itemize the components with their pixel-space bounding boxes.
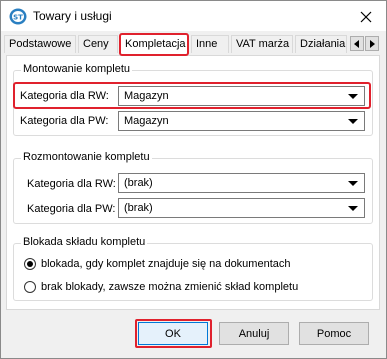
tab-inne[interactable]: Inne xyxy=(191,35,229,53)
rozmontowanie-rw-label: Kategoria dla RW: xyxy=(27,178,116,190)
window-title: Towary i usługi xyxy=(33,9,112,23)
group-montowanie: Montowanie kompletu Kategoria dla RW: Ma… xyxy=(13,63,373,136)
close-button[interactable] xyxy=(356,8,376,26)
group-blokada: Blokada składu kompletu blokada, gdy kom… xyxy=(13,236,373,301)
app-logo-icon: ST xyxy=(9,8,27,25)
group-title-blokada: Blokada składu kompletu xyxy=(21,236,148,248)
ok-button[interactable]: OK xyxy=(138,322,208,345)
tab-scroll-left-button[interactable] xyxy=(350,36,364,51)
arrow-right-icon xyxy=(370,39,375,48)
radio-button-unchecked[interactable] xyxy=(24,281,36,293)
radio-brak-blokady[interactable]: brak blokady, zawsze można zmienić skład… xyxy=(24,279,298,295)
chevron-down-icon xyxy=(348,119,358,124)
cancel-button[interactable]: Anuluj xyxy=(219,322,289,345)
title-bar: ST Towary i usługi xyxy=(1,1,386,31)
tab-ceny[interactable]: Ceny xyxy=(78,35,118,53)
tab-strip: Podstawowe Ceny Kompletacja Inne VAT mar… xyxy=(1,31,386,57)
montowanie-rw-label: Kategoria dla RW: xyxy=(20,90,109,102)
arrow-left-icon xyxy=(354,39,359,48)
rozmontowanie-rw-select[interactable]: (brak) xyxy=(118,173,365,193)
chevron-down-icon xyxy=(348,181,358,186)
rozmontowanie-pw-select[interactable]: (brak) xyxy=(118,198,365,218)
montowanie-pw-select[interactable]: Magazyn xyxy=(118,111,365,131)
montowanie-pw-label: Kategoria dla PW: xyxy=(20,115,109,127)
tab-panel-kompletacja: Montowanie kompletu Kategoria dla RW: Ma… xyxy=(6,55,380,310)
tab-vat-marza[interactable]: VAT marża xyxy=(231,35,293,53)
group-title-montowanie: Montowanie kompletu xyxy=(21,63,133,75)
tab-kompletacja[interactable]: Kompletacja xyxy=(120,33,188,55)
group-rozmontowanie: Rozmontowanie kompletu Kategoria dla RW:… xyxy=(13,151,373,224)
close-icon xyxy=(360,11,372,23)
rozmontowanie-pw-label: Kategoria dla PW: xyxy=(27,203,116,215)
chevron-down-icon xyxy=(348,94,358,99)
dialog-window: ST Towary i usługi Podstawowe Ceny Kompl… xyxy=(0,0,387,359)
radio-button-checked[interactable] xyxy=(24,258,36,270)
help-button[interactable]: Pomoc xyxy=(299,322,369,345)
svg-text:ST: ST xyxy=(13,14,23,22)
tab-dzialania[interactable]: Działania xyxy=(295,35,347,53)
radio-blokada[interactable]: blokada, gdy komplet znajduje się na dok… xyxy=(24,256,291,272)
tab-podstawowe[interactable]: Podstawowe xyxy=(4,35,76,53)
group-title-rozmontowanie: Rozmontowanie kompletu xyxy=(21,151,152,163)
tab-scroll-right-button[interactable] xyxy=(365,36,379,51)
chevron-down-icon xyxy=(348,206,358,211)
montowanie-rw-select[interactable]: Magazyn xyxy=(118,86,365,106)
